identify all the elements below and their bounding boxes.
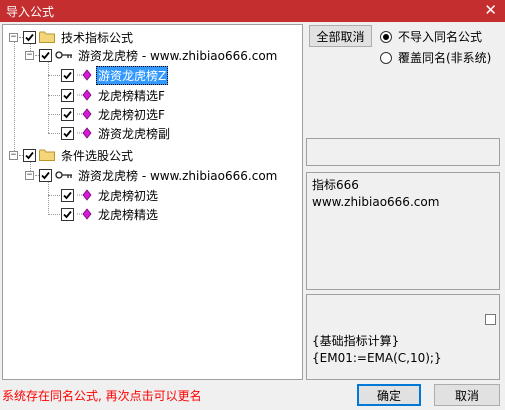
tree-line — [48, 61, 49, 133]
small-checkbox[interactable] — [485, 314, 496, 325]
checkbox-author-1[interactable] — [39, 48, 52, 62]
collapse-toggle-icon[interactable]: − — [9, 32, 18, 42]
ok-button[interactable]: 确定 — [357, 384, 421, 406]
tree-label: 技术指标公式 — [61, 30, 134, 45]
tree-node-formula[interactable]: 游资龙虎榜副 — [61, 124, 172, 142]
tree-label: 龙虎榜精选F — [98, 88, 165, 103]
radio-skip-duplicates[interactable]: 不导入同名公式 — [380, 28, 482, 45]
folder-icon — [39, 149, 55, 161]
tree-node-author-2[interactable]: − 游资龙虎榜 - www.zhibiao666.com — [25, 166, 279, 184]
tree-node-technical-indicators[interactable]: − 技术指标公式 — [9, 28, 135, 46]
checkbox-author-2[interactable] — [39, 168, 52, 182]
code-panel: {基础指标计算} {EM01:=EMA(C,10);} — [306, 294, 500, 380]
collapse-toggle-icon[interactable]: − — [25, 170, 34, 180]
collapse-toggle-icon[interactable]: − — [9, 150, 18, 160]
cancel-button[interactable]: 取消 — [434, 384, 500, 406]
checkbox-stock-selection[interactable] — [23, 148, 36, 162]
tree-line — [48, 75, 60, 76]
tree-line — [48, 133, 60, 134]
tree-line — [48, 181, 49, 215]
formula-icon — [77, 69, 92, 81]
tree-line — [48, 214, 60, 215]
tree-label: 龙虎榜精选 — [98, 207, 159, 222]
info-text-name: 指标666 — [312, 178, 359, 192]
radio-label: 不导入同名公式 — [398, 30, 483, 44]
info-panel: 指标666 www.zhibiao666.com — [306, 172, 500, 290]
checkbox-formula[interactable] — [61, 188, 74, 202]
checkbox-formula[interactable] — [61, 126, 74, 140]
tree-label-selected: 游资龙虎榜Z — [96, 65, 169, 85]
formula-icon — [77, 127, 92, 139]
tree-line — [48, 95, 60, 96]
formula-icon — [77, 108, 92, 120]
radio-selected-icon[interactable] — [380, 30, 392, 43]
formula-tree[interactable]: − 技术指标公式 − 游资龙虎榜 - www.zhibiao666.com 游资… — [2, 24, 303, 380]
formula-icon — [77, 189, 92, 201]
radio-label: 覆盖同名(非系统) — [398, 51, 492, 65]
empty-panel — [306, 138, 500, 166]
tree-node-author-1[interactable]: − 游资龙虎榜 - www.zhibiao666.com — [25, 46, 279, 64]
tree-label: 游资龙虎榜副 — [98, 126, 171, 141]
tree-label: 游资龙虎榜 - www.zhibiao666.com — [78, 48, 278, 63]
tree-node-formula[interactable]: 龙虎榜精选 — [61, 205, 160, 223]
checkbox-formula[interactable] — [61, 68, 74, 82]
tree-label: 游资龙虎榜 - www.zhibiao666.com — [78, 168, 278, 183]
tree-node-formula[interactable]: 龙虎榜初选 — [61, 186, 160, 204]
key-icon — [55, 51, 72, 59]
deselect-all-button[interactable]: 全部取消 — [309, 25, 372, 47]
tree-line — [14, 41, 15, 157]
tree-node-formula[interactable]: 龙虎榜精选F — [61, 86, 167, 104]
tree-label: 龙虎榜初选F — [98, 107, 165, 122]
key-icon — [55, 171, 72, 179]
radio-overwrite[interactable]: 覆盖同名(非系统) — [380, 49, 491, 66]
checkbox-formula[interactable] — [61, 207, 74, 221]
title-bar: 导入公式 ✕ — [0, 0, 505, 22]
tree-label: 条件选股公式 — [61, 148, 134, 163]
code-line-2: {EM01:=EMA(C,10);} — [312, 351, 442, 365]
tree-line — [48, 114, 60, 115]
collapse-toggle-icon[interactable]: − — [25, 50, 34, 60]
tree-node-formula[interactable]: 游资龙虎榜Z — [61, 65, 169, 85]
tree-node-stock-selection[interactable]: − 条件选股公式 — [9, 146, 135, 164]
status-message: 系统存在同名公式, 再次点击可以更名 — [2, 389, 202, 403]
close-icon[interactable]: ✕ — [484, 1, 497, 19]
folder-icon — [39, 31, 55, 43]
info-text-url: www.zhibiao666.com — [312, 195, 440, 209]
window-title: 导入公式 — [6, 5, 55, 19]
tree-node-formula[interactable]: 龙虎榜初选F — [61, 105, 167, 123]
tree-label: 龙虎榜初选 — [98, 188, 159, 203]
formula-icon — [77, 89, 92, 101]
code-line-1: {基础指标计算} — [312, 334, 400, 348]
formula-icon — [77, 208, 92, 220]
checkbox-technical-indicators[interactable] — [23, 30, 36, 44]
tree-line — [48, 195, 60, 196]
radio-unselected-icon[interactable] — [380, 51, 392, 64]
checkbox-formula[interactable] — [61, 88, 74, 102]
checkbox-formula[interactable] — [61, 107, 74, 121]
